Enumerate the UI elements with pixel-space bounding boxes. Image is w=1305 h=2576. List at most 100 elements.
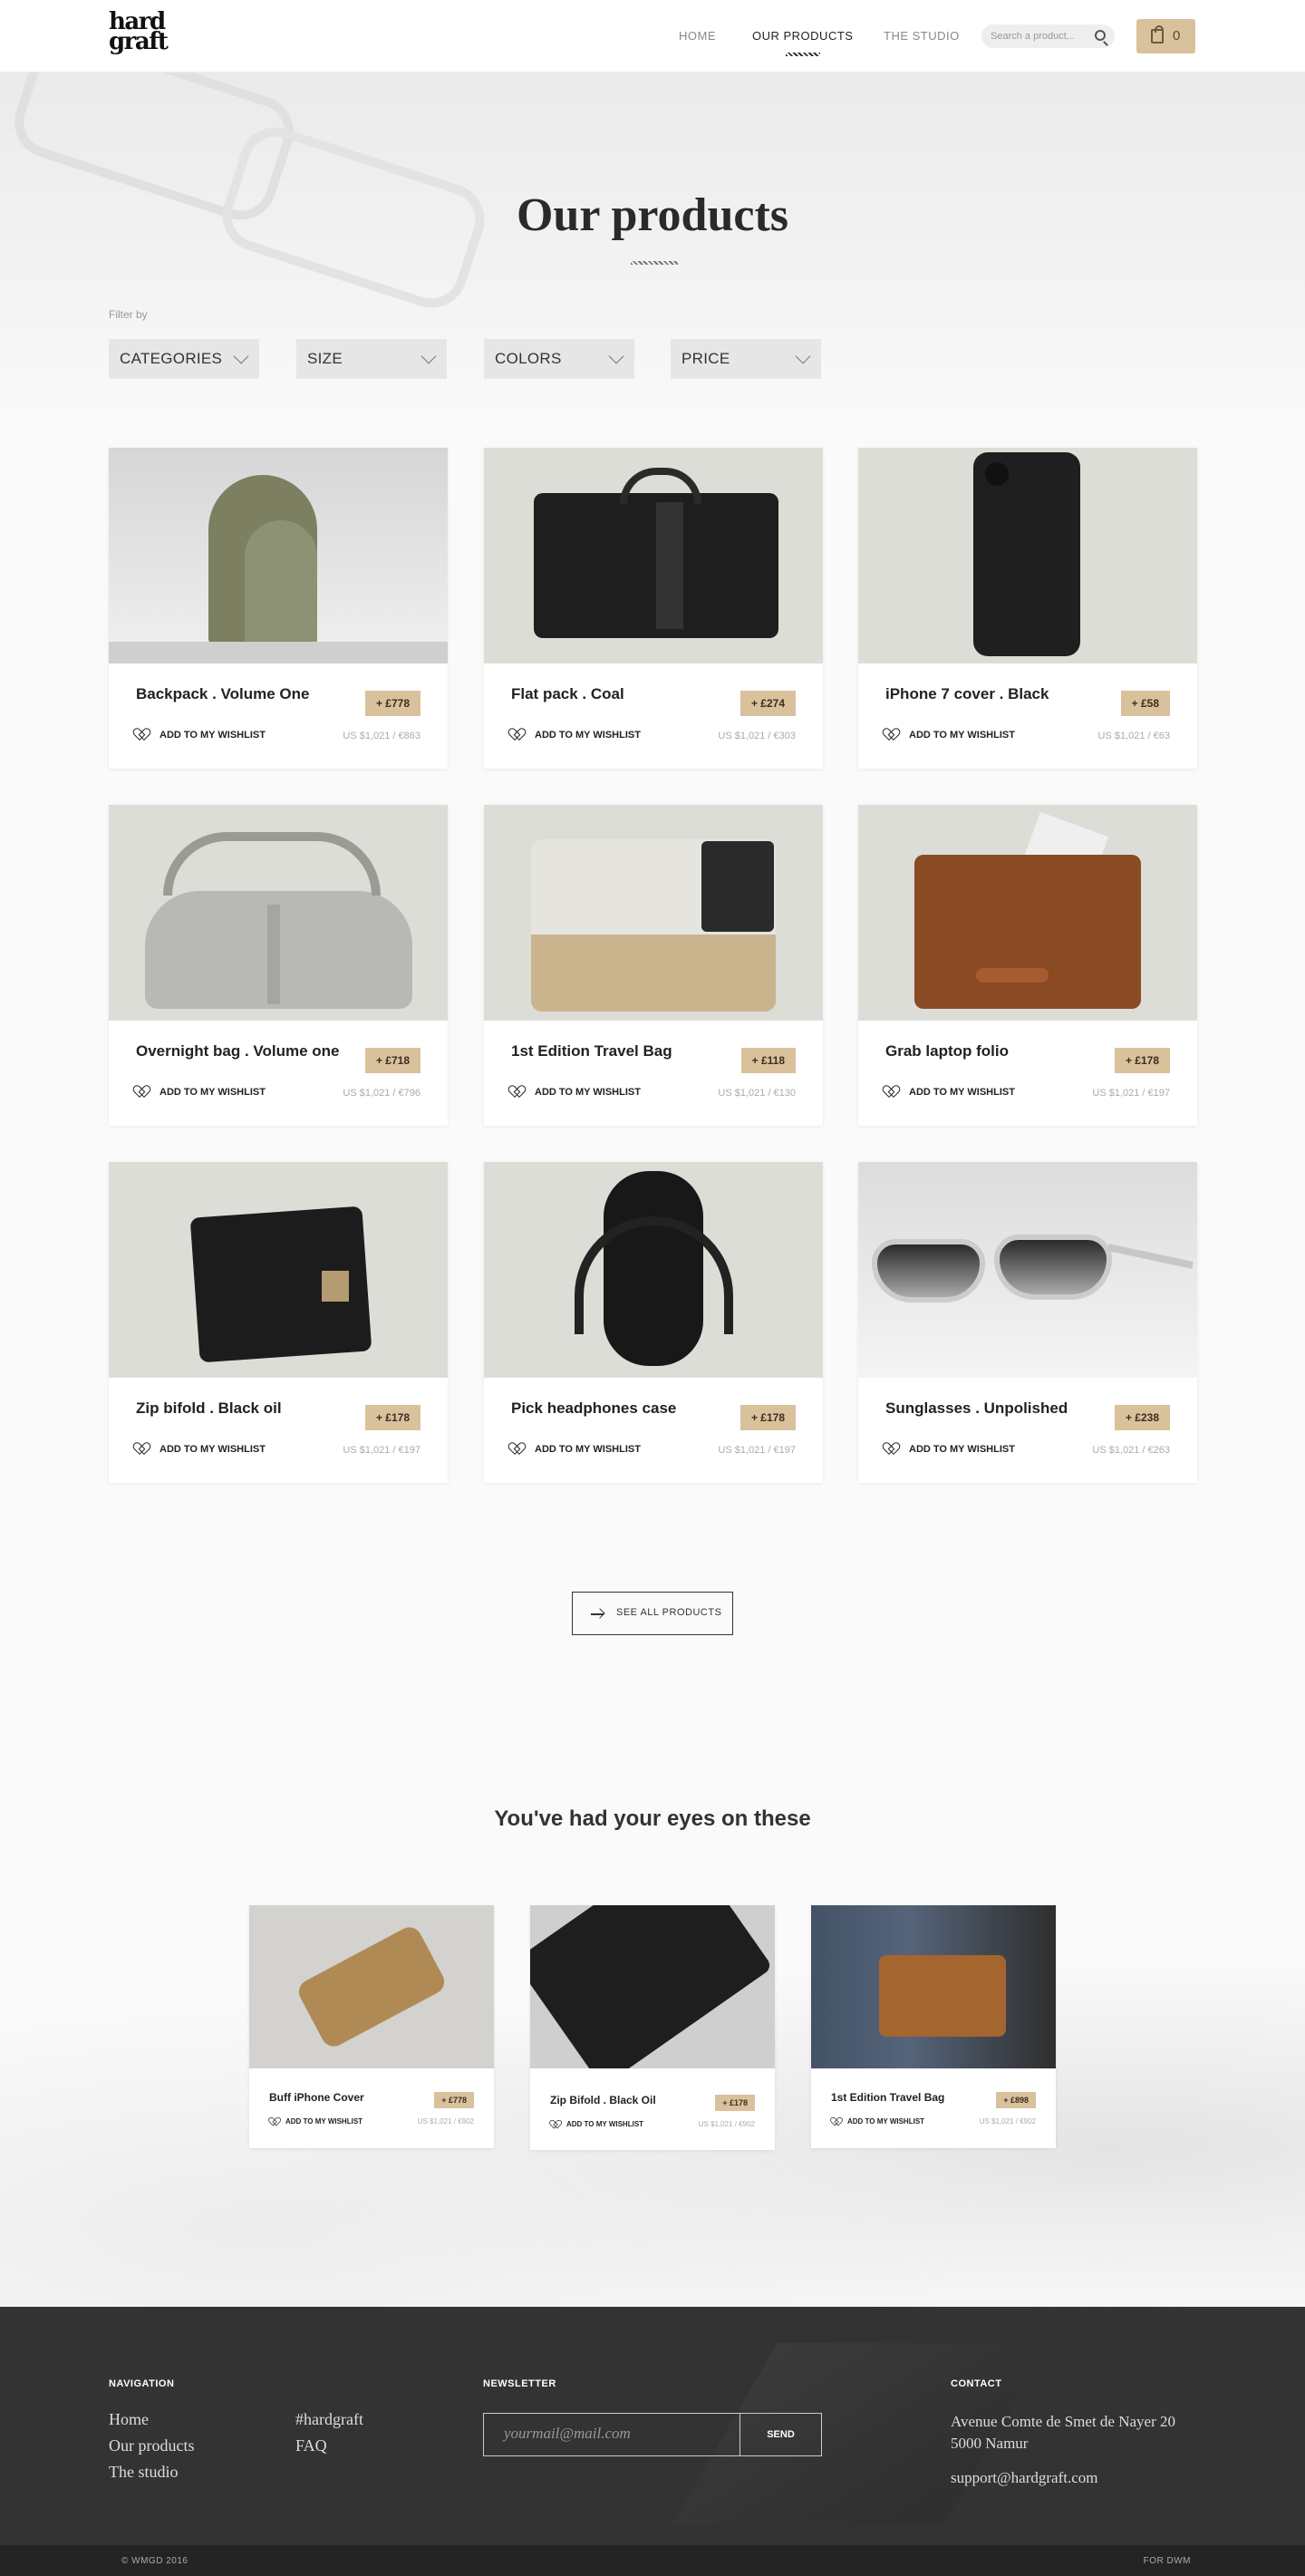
add-to-wishlist[interactable]: ADD TO MY WISHLIST	[136, 729, 266, 741]
wishlist-label: ADD TO MY WISHLIST	[160, 730, 266, 741]
product-card[interactable]: Zip bifold . Black oil + £178 ADD TO MY …	[109, 1162, 448, 1483]
newsletter-email-input[interactable]: yourmail@mail.com	[483, 2413, 740, 2456]
product-card[interactable]: Sunglasses . Unpolished + £238 ADD TO MY…	[858, 1162, 1197, 1483]
newsletter-send-button[interactable]: SEND	[740, 2413, 822, 2456]
arrow-right-icon	[591, 1613, 604, 1615]
product-image[interactable]	[858, 1162, 1197, 1378]
product-card[interactable]: Grab laptop folio + £178 ADD TO MY WISHL…	[858, 805, 1197, 1126]
nav-our-products[interactable]: OUR PRODUCTS	[752, 29, 853, 43]
product-card[interactable]: Overnight bag . Volume one + £718 ADD TO…	[109, 805, 448, 1126]
add-to-wishlist[interactable]: ADD TO MY WISHLIST	[831, 2116, 924, 2126]
wishlist-label: ADD TO MY WISHLIST	[909, 1444, 1015, 1455]
filter-categories-label: CATEGORIES	[120, 350, 223, 367]
add-to-cart-price[interactable]: + £778	[364, 691, 420, 716]
recent-product-card[interactable]: Zip Bifold . Black Oil + £178 ADD TO MY …	[530, 1905, 775, 2150]
product-image[interactable]	[858, 805, 1197, 1021]
wishlist-label: ADD TO MY WISHLIST	[160, 1444, 266, 1455]
product-card[interactable]: 1st Edition Travel Bag + £118 ADD TO MY …	[484, 805, 823, 1126]
product-image[interactable]	[811, 1905, 1056, 2068]
nav-the-studio[interactable]: THE STUDIO	[884, 29, 960, 43]
heart-icon	[136, 1443, 149, 1454]
add-to-cart-price[interactable]: + £274	[740, 691, 796, 716]
search-input[interactable]: Search a product...	[981, 24, 1115, 48]
contact-email-link[interactable]: support@hardgraft.com	[951, 2467, 1097, 2489]
add-to-wishlist[interactable]: ADD TO MY WISHLIST	[550, 2119, 643, 2128]
product-name[interactable]: iPhone 7 cover . Black	[885, 685, 1049, 703]
product-name[interactable]: Grab laptop folio	[885, 1042, 1009, 1060]
product-image[interactable]	[109, 805, 448, 1021]
add-to-wishlist[interactable]: ADD TO MY WISHLIST	[511, 1086, 641, 1098]
filter-colors[interactable]: COLORS	[484, 339, 634, 379]
add-to-wishlist[interactable]: ADD TO MY WISHLIST	[511, 729, 641, 741]
filter-size[interactable]: SIZE	[296, 339, 447, 379]
contact-address-line-1: Avenue Comte de Smet de Nayer 20	[951, 2413, 1176, 2430]
product-image[interactable]	[484, 1162, 823, 1378]
filter-categories[interactable]: CATEGORIES	[109, 339, 259, 379]
add-to-cart-price[interactable]: + £178	[1114, 1048, 1170, 1073]
contact-address-line-2: 5000 Namur	[951, 2435, 1029, 2452]
currency-conversion: US $1,021 / €197	[1092, 1088, 1170, 1099]
add-to-wishlist[interactable]: ADD TO MY WISHLIST	[885, 1086, 1015, 1098]
add-to-cart-price[interactable]: + £898	[996, 2092, 1036, 2108]
add-to-wishlist[interactable]: ADD TO MY WISHLIST	[136, 1086, 266, 1098]
product-name[interactable]: Backpack . Volume One	[136, 685, 309, 703]
add-to-cart-price[interactable]: + £178	[715, 2095, 755, 2111]
product-name[interactable]: Buff iPhone Cover	[269, 2091, 364, 2104]
add-to-wishlist[interactable]: ADD TO MY WISHLIST	[511, 1443, 641, 1455]
heart-icon	[271, 2117, 277, 2123]
product-name[interactable]: 1st Edition Travel Bag	[511, 1042, 672, 1060]
see-all-products-button[interactable]: SEE ALL PRODUCTS	[572, 1592, 733, 1635]
add-to-cart-price[interactable]: + £58	[1120, 691, 1170, 716]
shopping-bag-icon	[1151, 25, 1164, 44]
logo[interactable]: hard graft	[109, 10, 181, 53]
footer-contact-heading: CONTACT	[951, 2378, 1002, 2389]
add-to-wishlist[interactable]: ADD TO MY WISHLIST	[885, 729, 1015, 741]
credit-link[interactable]: FOR DWM	[1144, 2556, 1191, 2566]
wishlist-label: ADD TO MY WISHLIST	[285, 2117, 363, 2126]
product-name[interactable]: 1st Edition Travel Bag	[831, 2091, 944, 2104]
product-card[interactable]: iPhone 7 cover . Black + £58 ADD TO MY W…	[858, 448, 1197, 769]
add-to-wishlist[interactable]: ADD TO MY WISHLIST	[269, 2116, 362, 2126]
add-to-cart-price[interactable]: + £238	[1114, 1405, 1170, 1430]
currency-conversion: US $1,021 / €303	[718, 731, 796, 741]
currency-conversion: US $1,021 / €130	[718, 1088, 796, 1099]
product-name[interactable]: Flat pack . Coal	[511, 685, 624, 703]
product-card[interactable]: Backpack . Volume One + £778 ADD TO MY W…	[109, 448, 448, 769]
footer-link-our-products[interactable]: Our products	[109, 2436, 194, 2455]
search-icon[interactable]	[1095, 30, 1106, 41]
footer-link-hardgraft[interactable]: #hardgraft	[295, 2410, 363, 2429]
add-to-cart-price[interactable]: + £118	[740, 1048, 796, 1073]
wishlist-label: ADD TO MY WISHLIST	[847, 2117, 925, 2126]
product-image[interactable]	[109, 1162, 448, 1378]
filter-price[interactable]: PRICE	[671, 339, 821, 379]
product-image[interactable]	[484, 448, 823, 663]
add-to-wishlist[interactable]: ADD TO MY WISHLIST	[885, 1443, 1015, 1455]
footer-link-the-studio[interactable]: The studio	[109, 2463, 179, 2482]
cart-button[interactable]: 0	[1136, 19, 1195, 53]
product-image[interactable]	[109, 448, 448, 663]
chevron-down-icon	[420, 348, 437, 364]
product-card[interactable]: Pick headphones case + £178 ADD TO MY WI…	[484, 1162, 823, 1483]
product-image[interactable]	[484, 805, 823, 1021]
product-name[interactable]: Zip Bifold . Black Oil	[550, 2094, 656, 2106]
add-to-cart-price[interactable]: + £718	[364, 1048, 420, 1073]
product-name[interactable]: Sunglasses . Unpolished	[885, 1399, 1068, 1418]
recent-product-card[interactable]: Buff iPhone Cover + £778 ADD TO MY WISHL…	[249, 1905, 494, 2148]
footer-link-home[interactable]: Home	[109, 2410, 149, 2429]
add-to-wishlist[interactable]: ADD TO MY WISHLIST	[136, 1443, 266, 1455]
add-to-cart-price[interactable]: + £178	[740, 1405, 796, 1430]
footer-link-faq[interactable]: FAQ	[295, 2436, 327, 2455]
product-image[interactable]	[249, 1905, 494, 2068]
add-to-cart-price[interactable]: + £778	[434, 2092, 474, 2108]
product-card[interactable]: Flat pack . Coal + £274 ADD TO MY WISHLI…	[484, 448, 823, 769]
nav-home[interactable]: HOME	[679, 29, 716, 43]
product-image[interactable]	[858, 448, 1197, 663]
product-name[interactable]: Overnight bag . Volume one	[136, 1042, 340, 1060]
chevron-down-icon	[795, 348, 811, 364]
product-image[interactable]	[530, 1905, 775, 2068]
add-to-cart-price[interactable]: + £178	[364, 1405, 420, 1430]
product-name[interactable]: Zip bifold . Black oil	[136, 1399, 282, 1418]
heart-icon	[885, 1086, 898, 1097]
product-name[interactable]: Pick headphones case	[511, 1399, 676, 1418]
recent-product-card[interactable]: 1st Edition Travel Bag + £898 ADD TO MY …	[811, 1905, 1056, 2148]
